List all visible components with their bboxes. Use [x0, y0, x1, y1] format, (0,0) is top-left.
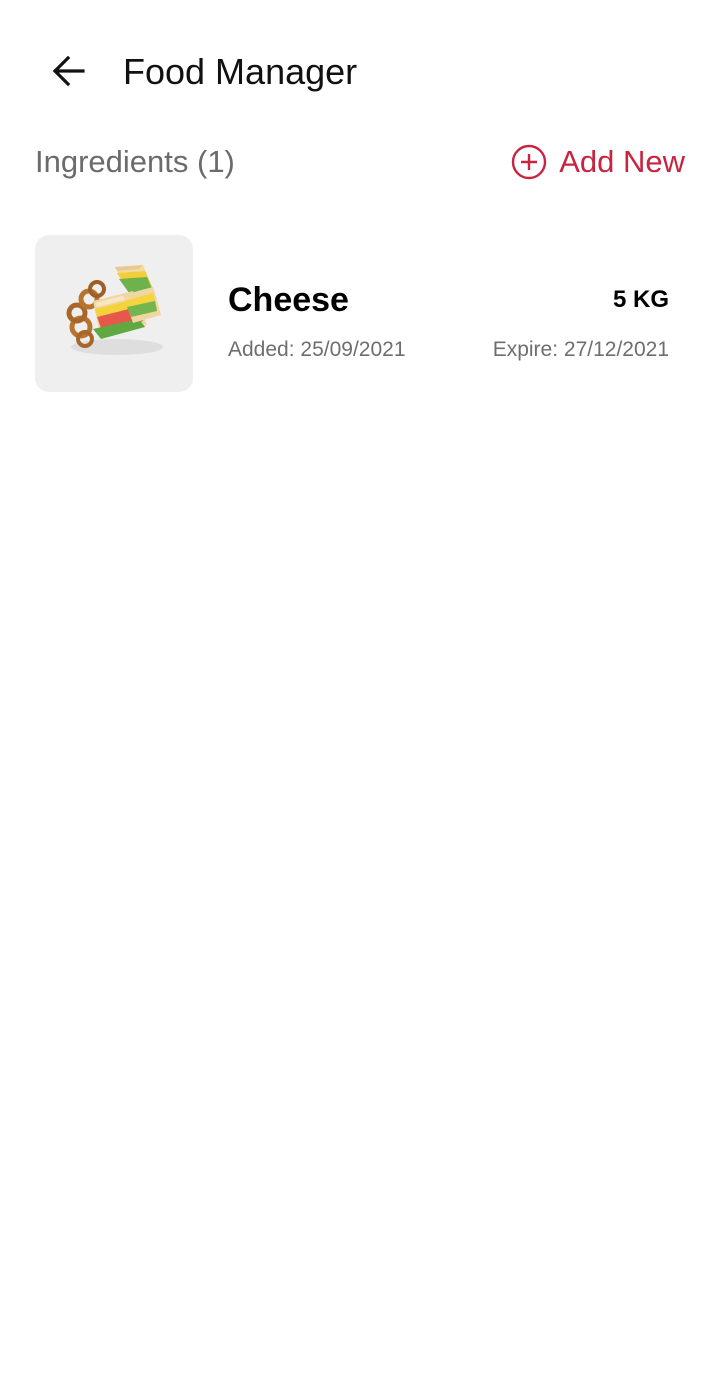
- ingredients-section-header: Ingredients (1) Add New: [35, 138, 685, 188]
- ingredient-image: [35, 235, 193, 392]
- back-button[interactable]: [40, 44, 98, 98]
- app-bar: Food Manager: [0, 0, 720, 140]
- ingredient-name: Cheese: [228, 281, 349, 319]
- add-new-button[interactable]: Add New: [511, 140, 685, 184]
- page-title: Food Manager: [123, 51, 358, 92]
- arrow-left-icon: [52, 55, 85, 87]
- ingredient-expire-date: Expire: 27/12/2021: [492, 338, 669, 361]
- sandwich-photo: [66, 265, 163, 355]
- plus-circle-icon: [512, 144, 547, 180]
- section-title: Ingredients (1): [35, 144, 235, 179]
- ingredient-quantity: 5 KG: [612, 286, 669, 313]
- ingredient-added-date: Added: 25/09/2021: [228, 338, 406, 361]
- ingredient-list-item[interactable]: Cheese 5 KG Added: 25/09/2021 Expire: 27…: [35, 235, 685, 393]
- add-new-label: Add New: [559, 144, 685, 179]
